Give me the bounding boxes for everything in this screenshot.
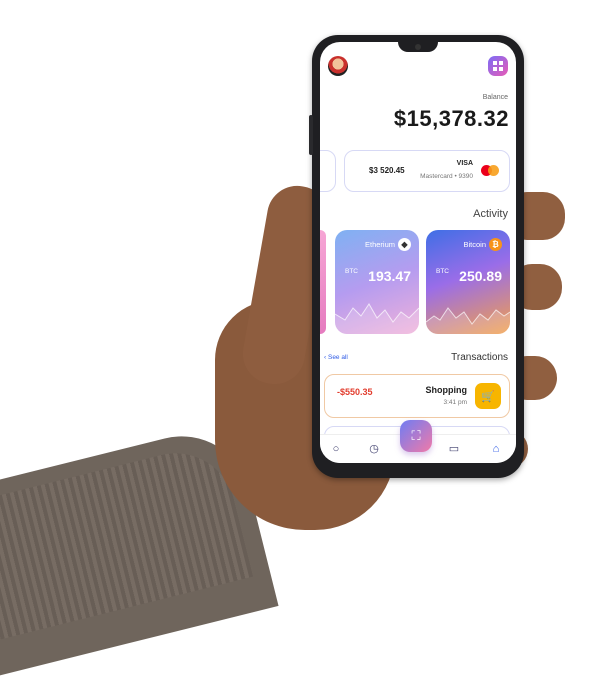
ethereum-icon: ◆ — [398, 238, 411, 251]
mastercard-icon — [481, 165, 499, 176]
tile-unit: BTC — [345, 268, 358, 275]
activity-tile-peek[interactable] — [320, 230, 326, 334]
transaction-item[interactable]: 🛒 Shopping 3:41 pm -$550.35 — [324, 374, 510, 418]
clock-icon[interactable]: ◷ — [368, 443, 380, 455]
camera — [415, 44, 421, 50]
transaction-name: Shopping — [425, 385, 468, 395]
activity-tile-bitcoin[interactable]: ₿ Bitcoin 250.89 BTC — [426, 230, 510, 334]
card-brand: VISA — [456, 160, 473, 167]
card-amount: $3 520.45 — [369, 166, 405, 175]
scan-button[interactable]: ⛶ — [400, 420, 432, 452]
shopping-cart-icon: 🛒 — [475, 383, 501, 409]
card-subtitle: Mastercard • 9390 — [420, 173, 473, 180]
apps-grid-button[interactable] — [488, 56, 508, 76]
bitcoin-icon: ₿ — [489, 238, 502, 251]
sparkline — [335, 303, 419, 334]
transaction-time: 3:41 pm — [443, 399, 468, 406]
card-peek[interactable] — [320, 150, 336, 192]
scan-icon: ⛶ — [411, 428, 421, 443]
balance-value: $15,378.32 — [393, 106, 509, 131]
activity-tile-ethereum[interactable]: ◆ Etherium 193.47 BTC — [335, 230, 419, 334]
tile-name: Bitcoin — [463, 240, 486, 249]
phone-side-button — [309, 115, 313, 155]
transaction-amount: -$550.35 — [337, 387, 373, 397]
sparkline — [426, 307, 510, 334]
user-icon[interactable]: ○ — [330, 443, 342, 455]
tile-value: 193.47 — [368, 268, 411, 284]
avatar[interactable] — [328, 56, 348, 76]
tile-name: Etherium — [364, 240, 395, 249]
see-all-link[interactable]: ‹ See all — [324, 354, 348, 361]
phone-screen: Balance $15,378.32 VISA Mastercard • 939… — [320, 42, 516, 463]
transactions-title: Transactions — [451, 352, 508, 363]
grid-icon — [493, 61, 503, 71]
tile-unit: BTC — [436, 268, 449, 275]
scene: Balance $15,378.32 VISA Mastercard • 939… — [0, 0, 592, 678]
card-icon[interactable]: ▭ — [448, 443, 460, 455]
payment-card[interactable]: VISA Mastercard • 9390 $3 520.45 — [344, 150, 510, 192]
home-icon[interactable]: ⌂ — [490, 443, 502, 455]
tile-value: 250.89 — [459, 268, 502, 284]
activity-title: Activity — [473, 208, 508, 220]
balance-label: Balance — [482, 94, 508, 101]
